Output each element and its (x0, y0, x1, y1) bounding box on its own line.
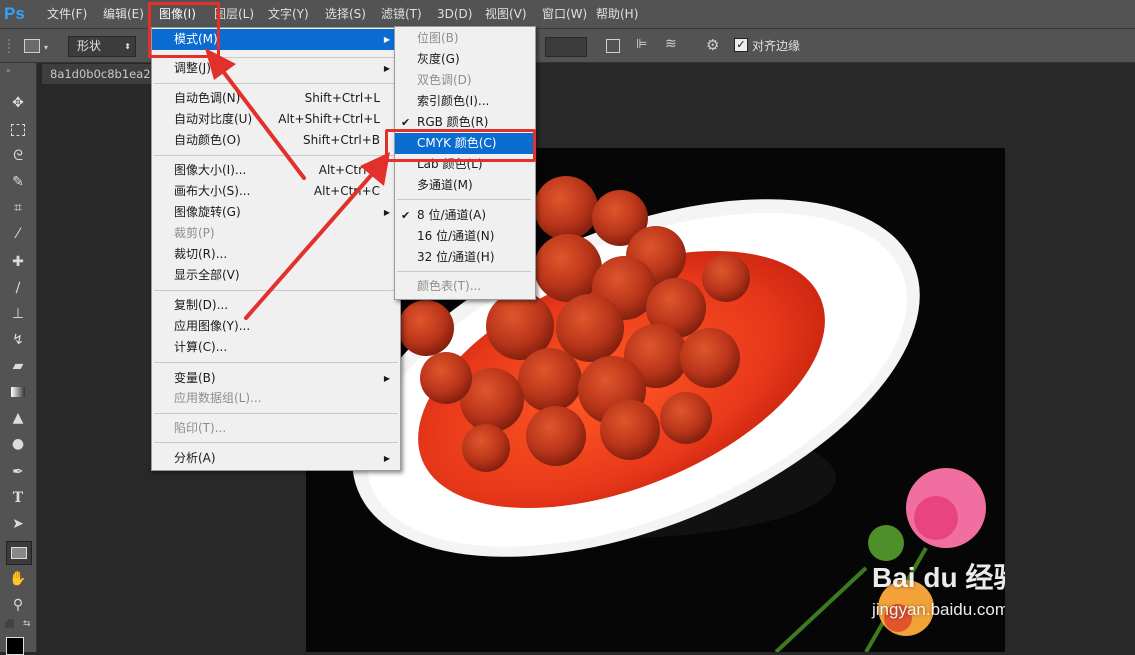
arrow-line-to-mode (220, 68, 306, 180)
arrow-line-to-cmyk (244, 170, 376, 320)
arrow-head-icon (205, 48, 236, 80)
annotation-arrows (205, 48, 390, 320)
